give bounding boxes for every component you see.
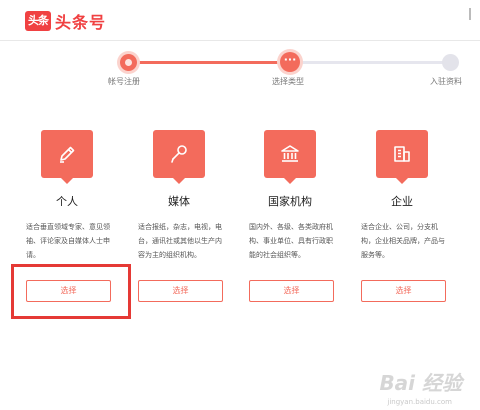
select-enterprise-button[interactable]: 选择: [361, 280, 446, 302]
top-header: 头条 头条号: [0, 0, 480, 41]
card-title: 企业: [391, 195, 413, 208]
step-label-account-registration: 帐号注册: [108, 77, 140, 86]
logo-text: 头条号: [55, 13, 107, 32]
card-description: 适合报纸，杂志，电视，电台，通讯社或其他以生产内容为主的组织机构。: [138, 223, 222, 259]
government-building-icon: [264, 130, 316, 184]
logo-badge: 头条: [25, 11, 51, 31]
step-dot-settle-info: [442, 54, 459, 71]
stepper-progress: [128, 61, 290, 64]
watermark-url: jingyan.baidu.com: [387, 398, 452, 406]
card-title: 个人: [56, 195, 78, 208]
watermark: Bai 经验: [379, 371, 462, 395]
card-description: 适合垂直领域专家、意见领袖、评论家及自媒体人士申请。: [26, 223, 110, 259]
select-government-button[interactable]: 选择: [249, 280, 334, 302]
highlight-annotation: [11, 264, 131, 319]
card-description: 国内外、各级、各类政府机构、事业单位、具有行政职能的社会组织等。: [249, 223, 333, 259]
office-building-icon: [376, 130, 428, 184]
card-description: 适合企业、公司，分支机构，企业相关品牌，产品与服务等。: [361, 223, 445, 259]
microphone-icon: [153, 130, 205, 184]
card-title: 国家机构: [268, 195, 312, 208]
pencil-icon: [41, 130, 93, 184]
select-media-button[interactable]: 选择: [138, 280, 223, 302]
header-edge-marker: [469, 8, 476, 20]
step-label-settle-info: 入驻资料: [430, 77, 462, 86]
step-dot-select-type: ···: [280, 52, 300, 72]
step-label-select-type: 选择类型: [272, 77, 304, 86]
step-dot-account-registration: [120, 54, 137, 71]
card-title: 媒体: [168, 195, 190, 208]
